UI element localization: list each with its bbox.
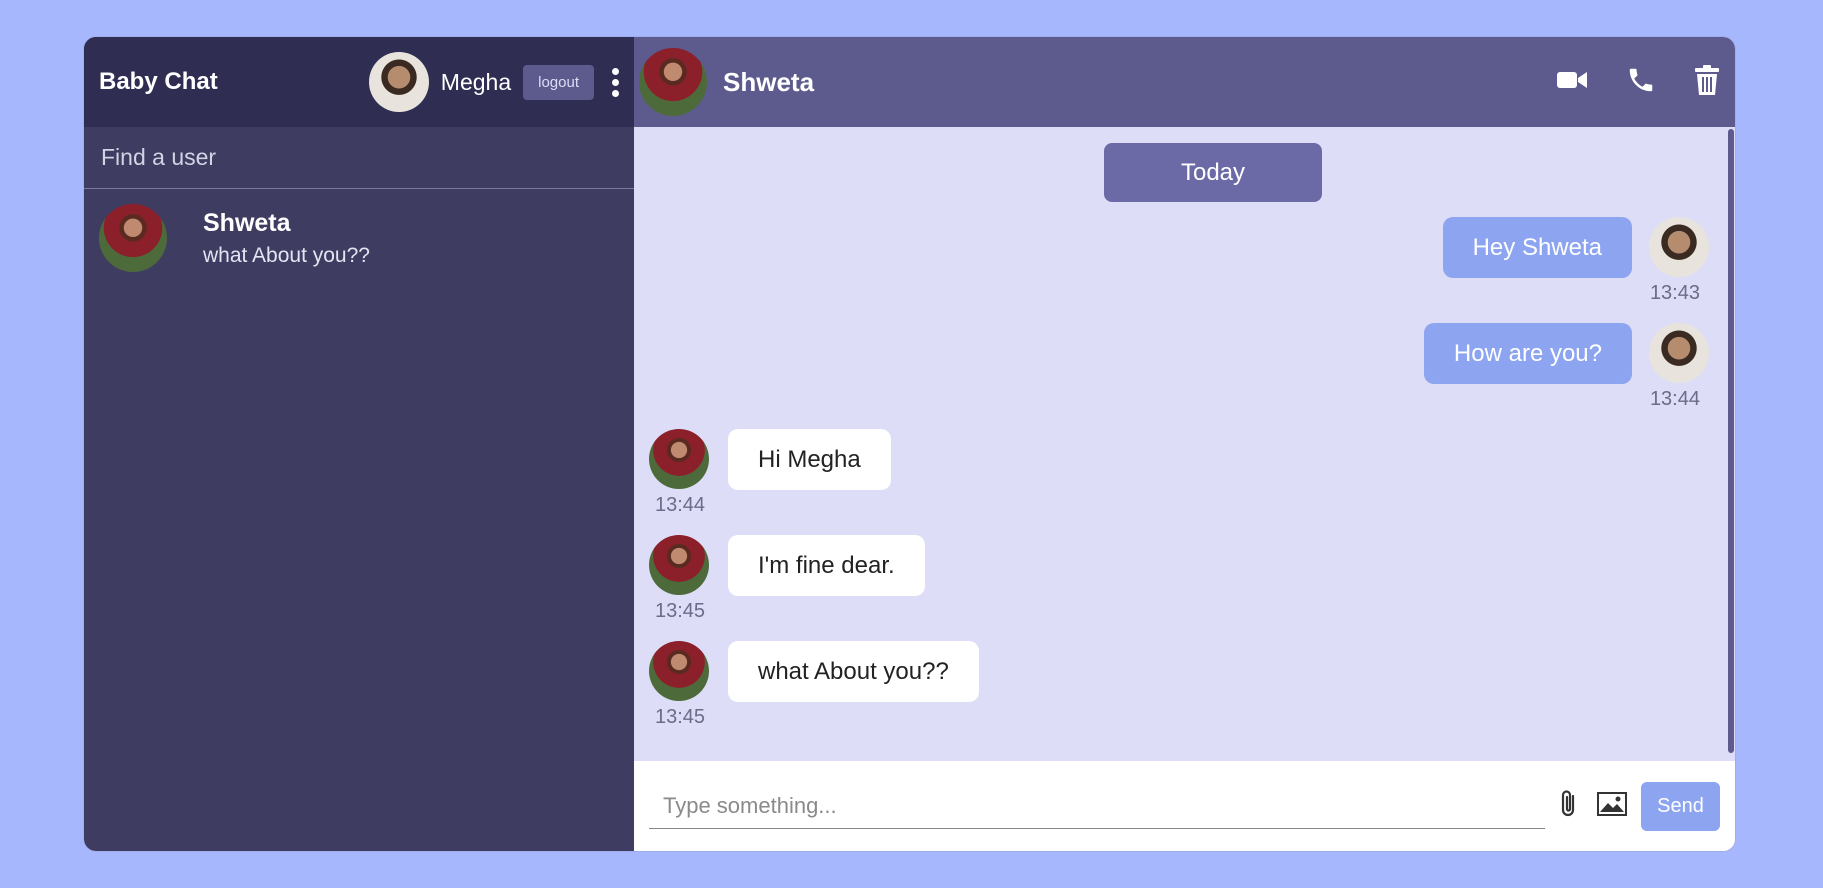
app-title: Baby Chat: [99, 68, 218, 95]
more-vertical-icon[interactable]: [612, 67, 619, 97]
contact-name: Shweta: [723, 66, 815, 97]
current-user-avatar: [368, 52, 429, 112]
message-bubble-other: Hi Megha: [728, 429, 891, 490]
chat-item-info: Shweta what About you??: [203, 209, 370, 268]
message-avatar: [649, 429, 709, 489]
chat-item-avatar: [99, 204, 167, 272]
message-avatar: [1649, 323, 1709, 383]
video-camera-icon[interactable]: [1556, 69, 1588, 96]
logout-button[interactable]: logout: [523, 64, 594, 100]
message-time: 13:44: [655, 494, 706, 516]
message-bubble-owner: Hey Shweta: [1442, 217, 1632, 278]
trash-icon[interactable]: [1694, 64, 1720, 101]
message-avatar: [649, 535, 709, 595]
attachment-actions: [1557, 788, 1627, 825]
message-bubble-owner: How are you?: [1423, 323, 1632, 384]
send-button[interactable]: Send: [1641, 781, 1720, 831]
sidebar-navbar: Baby Chat Megha logout: [84, 37, 634, 127]
message-input-bar: Send: [634, 761, 1735, 851]
message-avatar: [1649, 217, 1709, 277]
message-time: 13:43: [1649, 282, 1700, 304]
message-avatar: [649, 641, 709, 701]
message-bubble-other: what About you??: [728, 641, 979, 702]
user-search: [84, 127, 634, 189]
date-divider: Today: [1104, 143, 1322, 202]
message-scrollbar[interactable]: [1727, 127, 1735, 755]
chat-list-item[interactable]: Shweta what About you??: [84, 189, 634, 287]
message-input[interactable]: [649, 783, 1545, 829]
chat-item-last-message: what About you??: [203, 243, 370, 267]
current-user-name: Megha: [440, 68, 512, 95]
chat-item-name: Shweta: [203, 208, 291, 237]
image-icon[interactable]: [1597, 791, 1627, 821]
current-user: Megha logout: [368, 52, 619, 112]
chat-actions: [1556, 64, 1730, 101]
phone-icon[interactable]: [1626, 65, 1656, 100]
message-time: 13:44: [1649, 388, 1700, 410]
scrollbar-thumb[interactable]: [1728, 129, 1734, 753]
chat-header: Shweta: [634, 37, 1735, 127]
sidebar: Baby Chat Megha logout Shweta what About…: [84, 37, 634, 851]
chat-panel: Shweta Today Hey Shweta 13:43 How are yo…: [634, 37, 1735, 851]
paperclip-icon[interactable]: [1557, 788, 1579, 825]
message-time: 13:45: [655, 600, 706, 622]
contact-avatar: [639, 48, 707, 116]
message-time: 13:45: [655, 706, 706, 728]
search-input[interactable]: [99, 143, 619, 172]
chat-app: Baby Chat Megha logout Shweta what About…: [84, 37, 1735, 851]
message-bubble-other: I'm fine dear.: [728, 535, 925, 596]
message-list: Today Hey Shweta 13:43 How are you? 13:4…: [634, 127, 1735, 761]
